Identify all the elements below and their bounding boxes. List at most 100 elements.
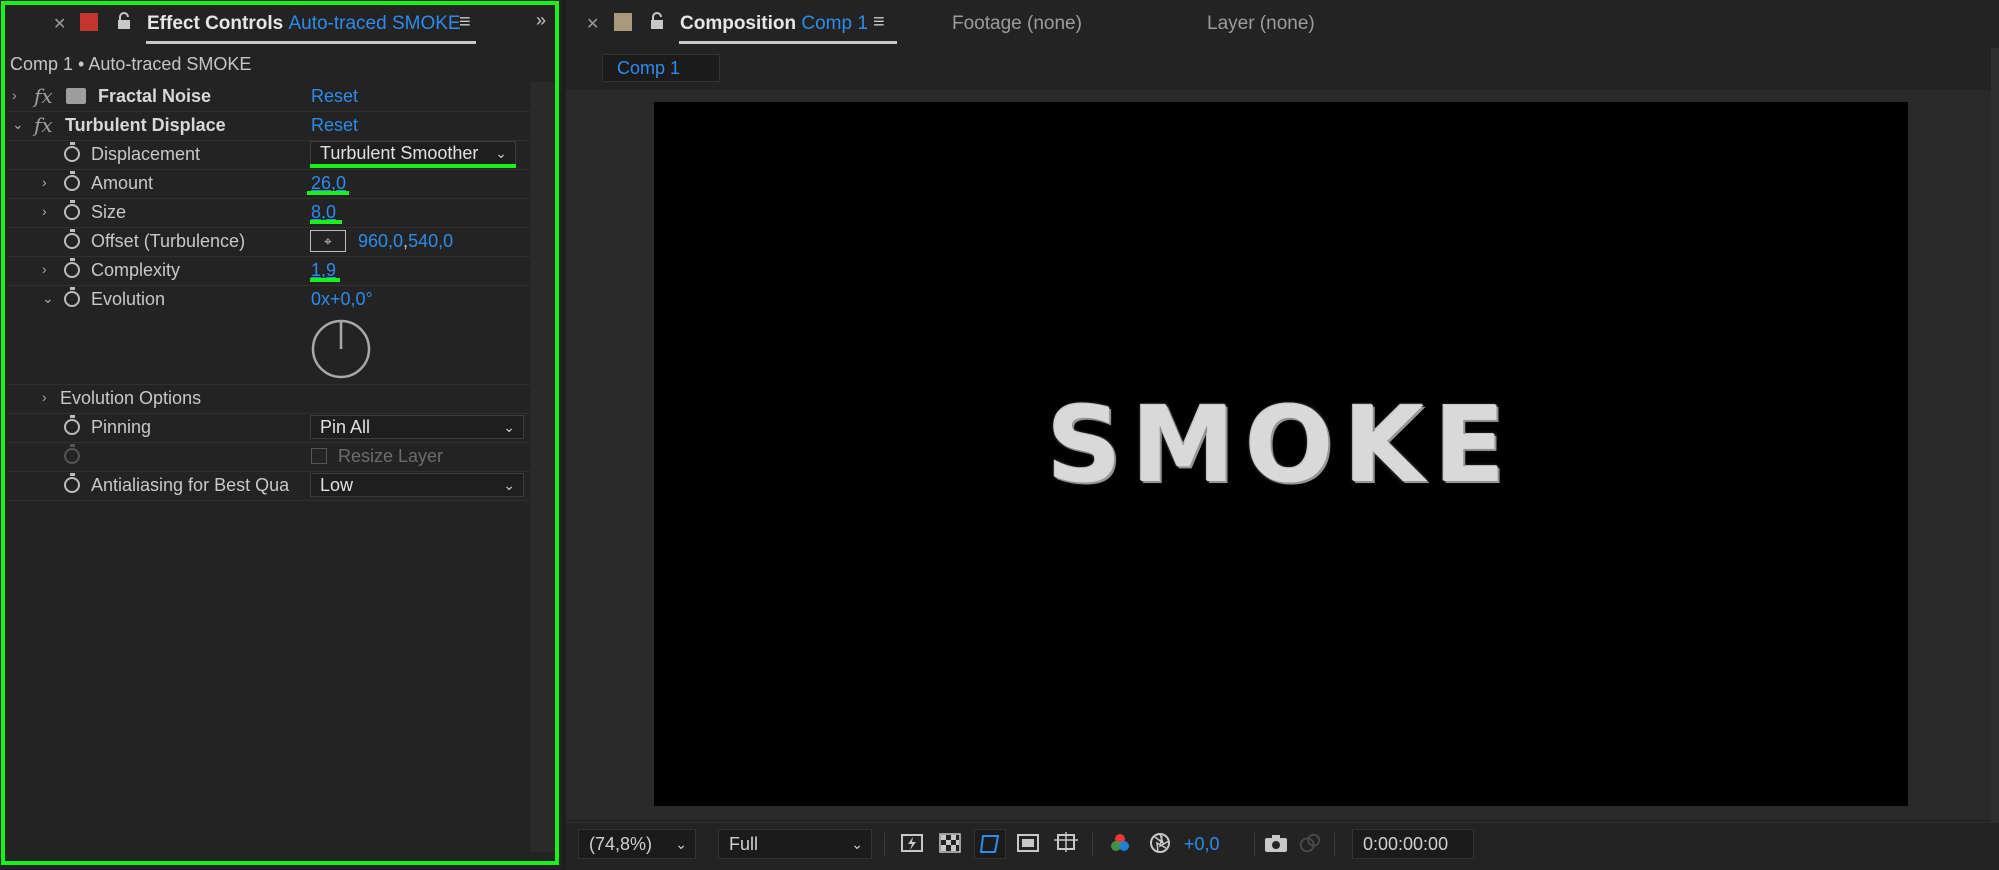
property-evolution-options: › Evolution Options	[8, 384, 530, 414]
transparency-grid-icon[interactable]	[938, 832, 962, 854]
active-tab-indicator	[146, 41, 476, 44]
highlight-underline	[310, 278, 340, 282]
stopwatch-icon[interactable]	[64, 415, 80, 435]
property-label: Evolution Options	[60, 388, 202, 408]
chevron-right-icon[interactable]: ›	[42, 203, 47, 219]
magnification-dropdown[interactable]: (74,8%) ⌄	[578, 829, 696, 859]
viewer-toolbar: (74,8%) ⌄ Full ⌄ +0,0 0:00:00:00	[566, 822, 1999, 870]
close-icon[interactable]: ✕	[586, 14, 599, 34]
property-label: Displacement	[91, 144, 201, 164]
chevron-right-icon[interactable]: ›	[42, 261, 47, 277]
layer-color-label-icon[interactable]	[80, 13, 98, 31]
chevron-down-icon: ⌄	[495, 145, 507, 161]
composition-canvas[interactable]: SMOKE	[654, 102, 1908, 806]
fx-icon[interactable]: fx	[34, 113, 53, 137]
timecode-value: 0:00:00:00	[1363, 834, 1449, 854]
tab-layer[interactable]: Layer (none)	[1207, 13, 1315, 35]
lock-icon[interactable]	[117, 12, 131, 30]
antialiasing-dropdown[interactable]: Low ⌄	[310, 473, 524, 497]
effect-controls-scrollbar[interactable]	[530, 82, 556, 852]
chevron-right-icon[interactable]: ›	[42, 174, 47, 190]
fast-previews-icon[interactable]	[900, 832, 924, 854]
pinning-dropdown[interactable]: Pin All ⌄	[310, 415, 524, 439]
property-amount: › Amount 26,0	[8, 169, 530, 199]
offset-x-value[interactable]: 960,0	[358, 231, 403, 251]
stopwatch-icon[interactable]	[64, 200, 80, 220]
stopwatch-icon[interactable]	[64, 258, 80, 278]
evolution-value[interactable]: 0x+0,0°	[311, 289, 373, 310]
stopwatch-icon[interactable]	[64, 229, 80, 249]
chevron-down-icon[interactable]: ⌄	[42, 290, 54, 307]
highlight-underline	[310, 220, 342, 224]
dropdown-value: (74,8%)	[589, 834, 653, 854]
resolution-dropdown[interactable]: Full ⌄	[718, 829, 872, 859]
grid-guides-icon[interactable]	[1054, 832, 1078, 854]
camera-icon[interactable]	[1264, 832, 1288, 854]
chevron-down-icon[interactable]: ⌄	[12, 116, 24, 133]
effect-name: Turbulent Displace	[65, 115, 226, 135]
effect-turbulent-displace[interactable]: ⌄ fx Turbulent Displace Reset	[8, 111, 530, 141]
panel-menu-icon[interactable]: ≡	[459, 11, 471, 34]
fx-icon[interactable]: fx	[34, 84, 53, 108]
tab-comp-name: Comp 1	[801, 13, 868, 34]
show-snapshot-icon[interactable]	[1298, 832, 1322, 854]
stopwatch-icon[interactable]	[64, 142, 80, 162]
exposure-value[interactable]: +0,0	[1184, 834, 1220, 855]
reset-button[interactable]: Reset	[311, 115, 358, 136]
angle-dial-icon[interactable]	[310, 318, 372, 380]
comp-color-label-icon[interactable]	[614, 13, 632, 31]
toolbar-divider	[1334, 833, 1335, 857]
chevron-right-icon[interactable]: ›	[12, 87, 17, 103]
stopwatch-icon[interactable]	[64, 473, 80, 493]
expand-panels-icon[interactable]: »	[536, 10, 546, 31]
property-label: Offset (Turbulence)	[91, 231, 246, 251]
close-icon[interactable]: ✕	[53, 14, 66, 34]
effect-fractal-noise[interactable]: › fx Fractal Noise Reset	[8, 82, 530, 112]
chevron-right-icon[interactable]: ›	[42, 389, 47, 405]
dropdown-value: Turbulent Smoother	[320, 143, 479, 163]
property-label: Complexity	[91, 260, 181, 280]
tab-title: Effect Controls	[147, 13, 284, 34]
comp-navigator-tab[interactable]: Comp 1	[602, 54, 720, 82]
property-label: Size	[91, 202, 127, 222]
displacement-dropdown[interactable]: Turbulent Smoother ⌄	[310, 141, 516, 165]
property-offset: Offset (Turbulence) ⌖ 960,0,540,0	[8, 227, 530, 257]
property-complexity: › Complexity 1,9	[8, 256, 530, 286]
active-tab-indicator	[679, 41, 897, 44]
property-label: Amount	[91, 173, 154, 193]
reset-button[interactable]: Reset	[311, 86, 358, 107]
region-of-interest-icon[interactable]	[1016, 832, 1040, 854]
tab-composition[interactable]: Composition Comp 1	[680, 13, 868, 35]
crosshair-icon[interactable]: ⌖	[310, 230, 346, 252]
stopwatch-icon[interactable]	[64, 171, 80, 191]
resize-layer-checkbox[interactable]	[311, 448, 327, 464]
panel-menu-icon[interactable]: ≡	[873, 11, 885, 34]
reset-exposure-icon[interactable]	[1148, 832, 1172, 854]
property-evolution: ⌄ Evolution 0x+0,0°	[8, 285, 530, 385]
effect-controls-subheader: Comp 1 • Auto-traced SMOKE	[10, 54, 252, 74]
viewer-scrollbar[interactable]	[1991, 48, 1999, 823]
mask-visibility-icon[interactable]	[974, 829, 1006, 859]
offset-y-value[interactable]: 540,0	[408, 231, 453, 251]
offset-values: 960,0,540,0	[358, 231, 454, 251]
dropdown-value: Low	[320, 475, 354, 495]
color-channels-icon[interactable]	[1108, 832, 1132, 854]
preset-icon	[66, 88, 86, 104]
property-resize-layer: Resize Layer	[8, 442, 530, 472]
lock-icon[interactable]	[650, 12, 664, 30]
toolbar-divider	[1092, 833, 1093, 857]
current-time-field[interactable]: 0:00:00:00	[1352, 829, 1474, 859]
tab-effect-controls[interactable]: Effect Controls Auto-traced SMOKE	[147, 13, 461, 35]
toolbar-divider	[1254, 833, 1255, 857]
chevron-down-icon: ⌄	[675, 836, 687, 852]
smoke-text-layer[interactable]: SMOKE	[654, 384, 1908, 506]
toolbar-divider	[884, 833, 885, 857]
effect-controls-panel: ✕ Effect Controls Auto-traced SMOKE ≡ » …	[0, 0, 562, 869]
property-label: Evolution	[91, 289, 166, 309]
stopwatch-icon[interactable]	[64, 287, 80, 307]
composition-viewer[interactable]: SMOKE	[566, 90, 1991, 820]
chevron-down-icon: ⌄	[851, 836, 863, 852]
tab-footage[interactable]: Footage (none)	[952, 13, 1082, 35]
dropdown-value: Pin All	[320, 417, 371, 437]
property-label: Antialiasing for Best Qua	[91, 475, 290, 495]
